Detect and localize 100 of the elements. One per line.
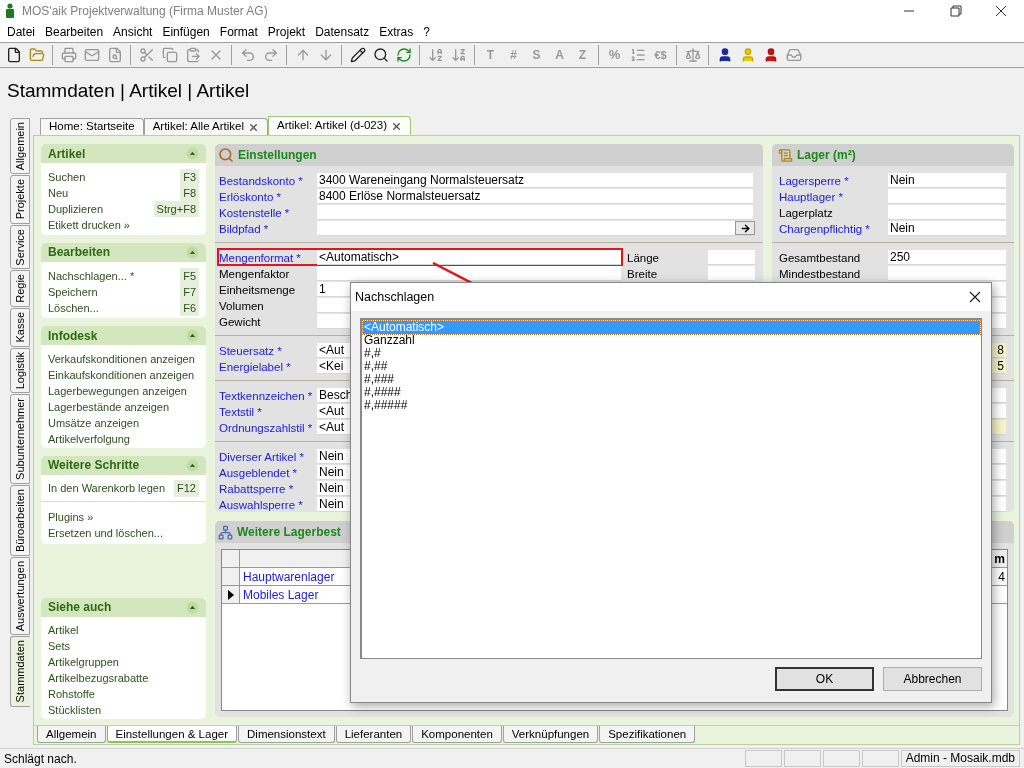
input-field[interactable] xyxy=(888,204,1006,220)
side-tab[interactable]: Subunternehmer xyxy=(10,394,30,484)
row-header[interactable] xyxy=(222,586,240,603)
field-label[interactable]: Mengenformat * xyxy=(219,252,301,264)
menu-item[interactable]: Projekt xyxy=(262,23,311,41)
list-item[interactable]: #,##### xyxy=(363,399,980,412)
menu-item[interactable]: Format xyxy=(214,23,263,41)
menu-item[interactable]: Extras xyxy=(374,23,419,41)
side-tab[interactable]: Stammdaten xyxy=(10,636,30,707)
task-link[interactable]: Sets xyxy=(48,638,70,655)
field-label[interactable]: Bildpfad * xyxy=(219,223,269,235)
menu-item[interactable]: Ansicht xyxy=(108,23,158,41)
close-icon[interactable] xyxy=(969,291,981,303)
menu-item[interactable]: Einfügen xyxy=(157,23,215,41)
menu-item[interactable]: Bearbeiten xyxy=(40,23,109,41)
field-label[interactable]: Energielabel * xyxy=(219,361,291,373)
menu-item[interactable]: ? xyxy=(418,23,435,41)
side-tab[interactable]: Büroarbeiten xyxy=(10,484,30,556)
task-link[interactable]: Plugins » xyxy=(48,509,94,526)
collapse-icon[interactable] xyxy=(186,329,199,343)
task-link[interactable]: Umsätze anzeigen xyxy=(48,415,140,432)
bottom-tab[interactable]: Allgemein xyxy=(37,726,106,743)
input-field[interactable] xyxy=(888,265,1006,281)
collapse-icon[interactable] xyxy=(186,600,199,614)
input-field[interactable]: Nein xyxy=(888,220,1006,236)
field-label[interactable]: Kostenstelle * xyxy=(219,207,290,219)
side-tab[interactable]: Kasse xyxy=(10,308,30,347)
list-item[interactable]: #,# xyxy=(363,347,980,360)
field-label[interactable]: Ordnungszahlstil * xyxy=(219,422,313,434)
task-link[interactable]: Speichern xyxy=(48,283,98,301)
document-tab[interactable]: Artikel: Artikel (d-023) xyxy=(268,116,411,135)
task-link[interactable]: Suchen xyxy=(48,168,86,186)
list-item[interactable]: #,### xyxy=(363,373,980,386)
input-field[interactable] xyxy=(888,188,1006,204)
input-field[interactable]: 250 xyxy=(888,249,1006,265)
bottom-tab[interactable]: Komponenten xyxy=(412,726,502,743)
dialog-button[interactable]: Abbrechen xyxy=(883,667,982,691)
bottom-tab[interactable]: Lieferanten xyxy=(335,726,412,743)
field-label[interactable]: Erlöskonto * xyxy=(219,191,281,203)
menu-item[interactable]: Datei xyxy=(2,23,40,41)
collapse-icon[interactable] xyxy=(186,245,199,259)
task-link[interactable]: Stücklisten xyxy=(48,702,102,719)
field-label[interactable]: Textkennzeichen * xyxy=(219,390,313,402)
bottom-tab[interactable]: Einstellungen & Lager xyxy=(106,726,238,743)
side-tab[interactable]: Service xyxy=(10,224,30,270)
bottom-tab[interactable]: Verknüpfungen xyxy=(502,726,599,743)
field-label[interactable]: Lagersperre * xyxy=(779,175,849,187)
input-field[interactable] xyxy=(708,249,755,265)
input-field[interactable]: 3400 Wareneingang Normalsteuersatz xyxy=(317,172,753,188)
bottom-tab[interactable]: Spezifikationen xyxy=(599,726,696,743)
bottom-tab[interactable]: Dimensionstext xyxy=(238,726,335,743)
field-label[interactable]: Ausgeblendet * xyxy=(219,467,297,479)
dialog-button[interactable]: OK xyxy=(775,667,874,691)
task-link[interactable]: Artikelbezugsrabatte xyxy=(48,670,149,687)
input-field[interactable]: <Automatisch> xyxy=(317,249,621,265)
close-icon[interactable] xyxy=(391,120,402,132)
field-label[interactable]: Hauptlager * xyxy=(779,191,843,203)
arrow-right-icon xyxy=(739,222,751,234)
task-link[interactable]: Ersetzen und löschen... xyxy=(48,525,163,542)
input-field[interactable]: Nein xyxy=(888,172,1006,188)
task-link[interactable]: Duplizieren xyxy=(48,200,104,218)
side-tab[interactable]: Logistik xyxy=(10,347,30,393)
input-field[interactable] xyxy=(317,204,753,220)
task-link[interactable]: Lagerbewegungen anzeigen xyxy=(48,383,187,400)
list-item[interactable]: #,#### xyxy=(363,386,980,399)
document-tab[interactable]: Home: Startseite xyxy=(40,118,144,135)
task-link[interactable]: Verkaufskonditionen anzeigen xyxy=(48,351,195,368)
document-tab[interactable]: Artikel: Alle Artikel xyxy=(143,118,269,135)
task-link[interactable]: Lagerbestände anzeigen xyxy=(48,399,170,416)
field-label[interactable]: Textstil * xyxy=(219,406,262,418)
close-icon[interactable] xyxy=(248,121,260,133)
side-tab[interactable]: Auswertungen xyxy=(10,556,30,636)
task-link[interactable]: Löschen... xyxy=(48,299,99,317)
task-link[interactable]: Artikelverfolgung xyxy=(48,431,130,448)
side-tab[interactable]: Projekte xyxy=(10,175,30,224)
task-link[interactable]: In den Warenkorb legen xyxy=(48,480,165,497)
task-link[interactable]: Nachschlagen... * xyxy=(48,267,135,285)
input-field[interactable] xyxy=(708,265,755,281)
collapse-icon[interactable] xyxy=(186,147,199,160)
field-label[interactable]: Chargenpflichtig * xyxy=(779,223,870,235)
collapse-icon[interactable] xyxy=(186,458,199,472)
input-field[interactable] xyxy=(317,220,754,236)
field-label[interactable]: Bestandskonto * xyxy=(219,175,303,187)
list-item[interactable]: Ganzzahl xyxy=(363,334,980,347)
side-tab[interactable]: Regie xyxy=(10,270,30,308)
task-link[interactable]: Artikel xyxy=(48,622,79,639)
task-link[interactable]: Einkaufskonditionen anzeigen xyxy=(48,367,195,384)
field-label[interactable]: Rabattsperre * xyxy=(219,483,294,495)
field-label[interactable]: Diverser Artikel * xyxy=(219,451,304,463)
browse-button[interactable] xyxy=(735,221,755,235)
task-link[interactable]: Neu xyxy=(48,184,69,202)
list-item[interactable]: #,## xyxy=(363,360,980,373)
task-link[interactable]: Etikett drucken » xyxy=(48,216,130,234)
input-field[interactable]: 8400 Erlöse Normalsteuersatz xyxy=(317,188,753,204)
task-link[interactable]: Artikelgruppen xyxy=(48,654,119,671)
field-label[interactable]: Steuersatz * xyxy=(219,345,282,357)
menu-item[interactable]: Datensatz xyxy=(310,23,375,41)
side-tab[interactable]: Allgemein xyxy=(10,118,30,175)
field-label[interactable]: Auswahlsperre * xyxy=(219,499,303,511)
task-link[interactable]: Rohstoffe xyxy=(48,686,95,703)
